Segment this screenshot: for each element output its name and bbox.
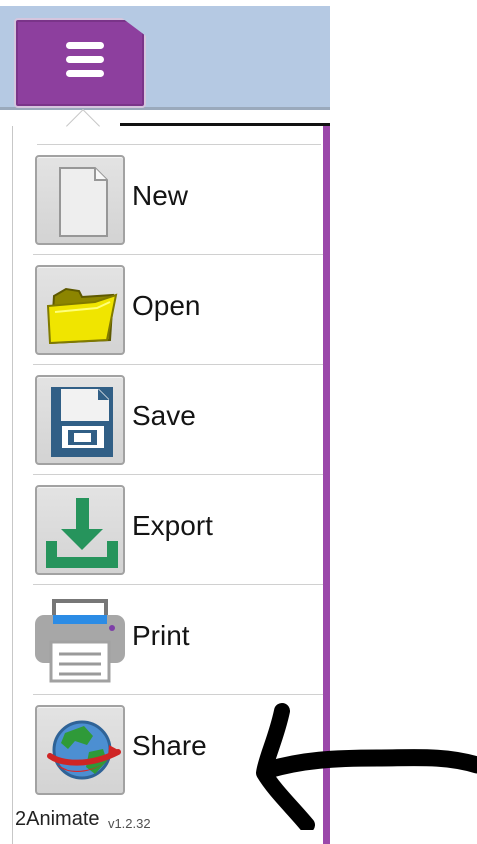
menu-item-print[interactable]: Print (33, 585, 323, 695)
new-document-icon-button[interactable] (35, 155, 125, 245)
main-menu-button[interactable] (14, 18, 146, 108)
download-icon (46, 498, 118, 568)
menu-item-label-print: Print (132, 620, 190, 651)
new-document-icon (59, 167, 108, 237)
hamburger-line (66, 56, 104, 63)
hamburger-icon (66, 42, 104, 78)
folder-icon-button[interactable] (35, 265, 125, 355)
menu-item-save[interactable]: Save (33, 365, 323, 475)
floppy-disk-icon (51, 387, 113, 457)
menu-item-label-save: Save (132, 400, 196, 431)
printer-icon (35, 599, 125, 683)
app-name: 2Animate (15, 808, 100, 830)
menu-item-label-share: Share (132, 730, 207, 761)
hamburger-line (66, 70, 104, 77)
menu-item-label-export: Export (132, 510, 213, 541)
menu-item-open[interactable]: Open (33, 255, 323, 365)
download-icon-button[interactable] (35, 485, 125, 575)
menu-item-export[interactable]: Export (33, 475, 323, 585)
globe-share-icon (47, 720, 121, 780)
folder-icon (46, 287, 118, 345)
app-screenshot: New Open Save Export Print Share 2Animat… (0, 0, 477, 844)
menu-item-label-open: Open (132, 290, 201, 321)
dropdown-pointer (66, 109, 100, 143)
hamburger-line (66, 42, 104, 49)
app-version: v1.2.32 (107, 816, 151, 831)
menu-item-new[interactable]: New (33, 145, 323, 255)
floppy-disk-icon-button[interactable] (35, 375, 125, 465)
globe-share-icon-button[interactable] (35, 705, 125, 795)
annotation-arrow (256, 703, 477, 830)
menu-item-label-new: New (132, 180, 189, 211)
top-toolbar (0, 6, 330, 110)
